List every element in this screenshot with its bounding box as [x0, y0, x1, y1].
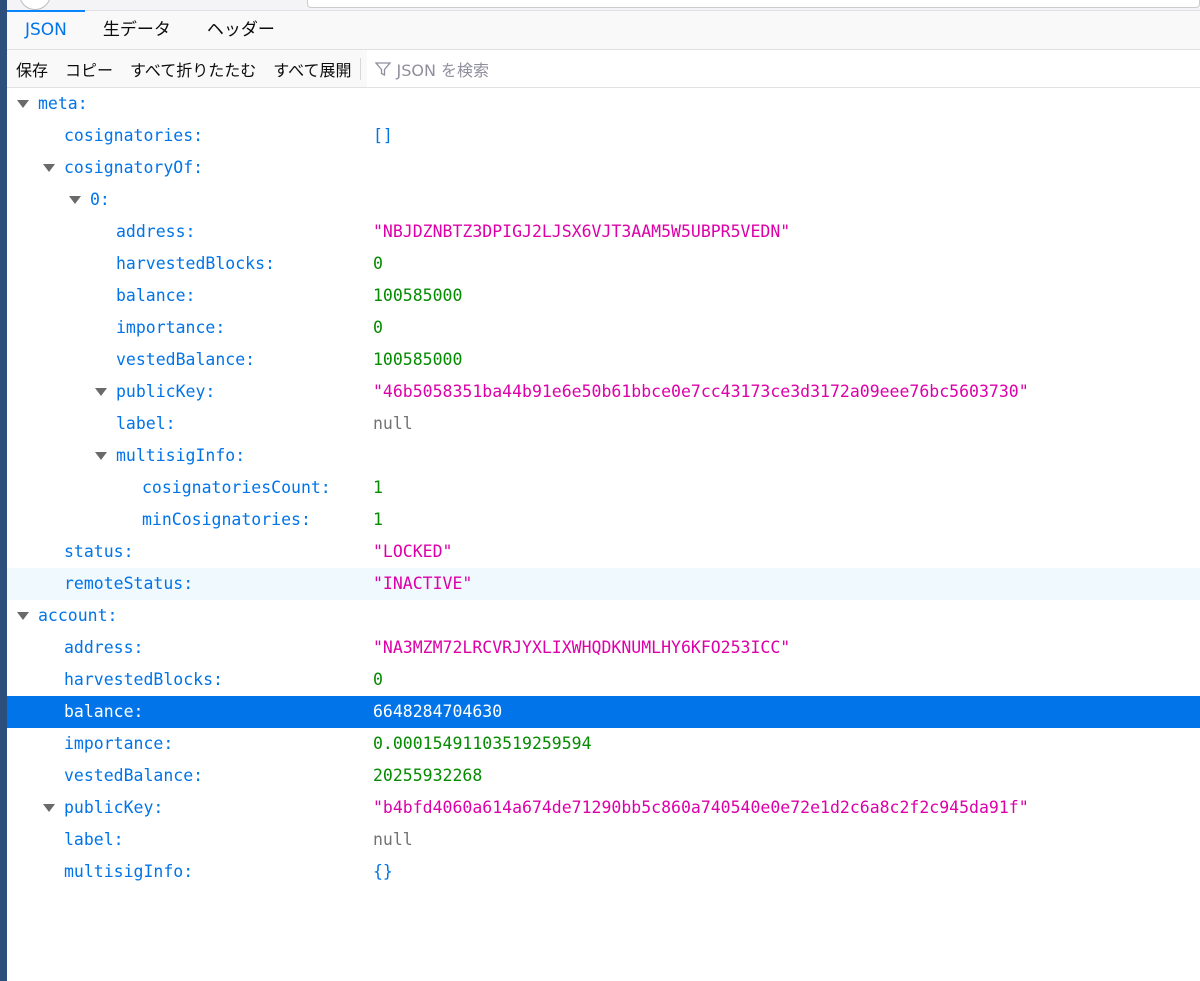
tree-row[interactable]: harvestedBlocks: 0 — [7, 248, 1200, 280]
expand-all-button[interactable]: すべて展開 — [264, 57, 359, 81]
tab-headers[interactable]: ヘッダー — [189, 11, 293, 49]
tree-row[interactable]: balance: 6648284704630 — [7, 696, 1200, 728]
row-key: harvestedBlocks: — [116, 254, 275, 273]
divider — [359, 57, 361, 80]
tree-row[interactable]: multisigInfo: — [7, 440, 1200, 472]
row-value: 1 — [373, 510, 383, 529]
filter-placeholder: JSON を検索 — [396, 60, 490, 80]
row-key: importance: — [116, 318, 226, 337]
tree-row[interactable]: balance: 100585000 — [7, 280, 1200, 312]
row-value: "NBJDZNBTZ3DPIGJ2LJSX6VJT3AAM5W5UBPR5VED… — [373, 222, 791, 241]
expand-toggle-icon[interactable] — [95, 452, 107, 460]
row-key: publicKey: — [116, 382, 216, 401]
tree-row[interactable]: account: — [7, 600, 1200, 632]
tab-raw-data[interactable]: 生データ — [85, 11, 189, 49]
row-key: address: — [64, 638, 144, 657]
row-key: multisigInfo: — [64, 862, 194, 881]
row-value: 100585000 — [373, 286, 463, 305]
tree-row[interactable]: importance: 0 — [7, 312, 1200, 344]
tree-row[interactable]: importance: 0.00015491103519259594 — [7, 728, 1200, 760]
row-value: 0 — [373, 318, 383, 337]
filter-json-input[interactable]: JSON を検索 — [366, 50, 1200, 87]
json-tree: meta: cosignatories: [] cosignatoryOf: 0: add… — [7, 88, 1200, 888]
expand-toggle-icon[interactable] — [69, 196, 81, 204]
tree-row[interactable]: vestedBalance: 20255932268 — [7, 760, 1200, 792]
url-bar[interactable] — [307, 0, 1200, 8]
row-value: 6648284704630 — [373, 702, 503, 721]
tree-row[interactable]: label: null — [7, 408, 1200, 440]
save-button[interactable]: 保存 — [7, 57, 56, 81]
row-key: importance: — [64, 734, 174, 753]
tree-row[interactable]: address: "NBJDZNBTZ3DPIGJ2LJSX6VJT3AAM5W5… — [7, 216, 1200, 248]
row-value: null — [373, 830, 413, 849]
expand-toggle-icon[interactable] — [43, 804, 55, 812]
row-value: "LOCKED" — [373, 542, 453, 561]
row-value: 0.00015491103519259594 — [373, 734, 592, 753]
row-value: 1 — [373, 478, 383, 497]
row-value: "46b5058351ba44b91e6e50b61bbce0e7cc43173… — [373, 382, 1029, 401]
tree-row[interactable]: 0: — [7, 184, 1200, 216]
row-key: label: — [116, 414, 176, 433]
row-value: [] — [373, 126, 393, 145]
browser-chrome — [7, 0, 1200, 11]
expand-toggle-icon[interactable] — [43, 164, 55, 172]
tab-bar: JSON 生データ ヘッダー — [7, 10, 1200, 50]
row-value: "NA3MZM72LRCVRJYXLIXWHQDKNUMLHY6KFO253IC… — [373, 638, 791, 657]
tree-row[interactable]: address: "NA3MZM72LRCVRJYXLIXWHQDKNUMLHY6… — [7, 632, 1200, 664]
tree-row[interactable]: cosignatoriesCount: 1 — [7, 472, 1200, 504]
tree-row[interactable]: harvestedBlocks: 0 — [7, 664, 1200, 696]
collapse-all-button[interactable]: すべて折りたたむ — [121, 57, 264, 81]
row-key: publicKey: — [64, 798, 164, 817]
tree-row[interactable]: remoteStatus: "INACTIVE" — [7, 568, 1200, 600]
tree-row[interactable]: label: null — [7, 824, 1200, 856]
row-value: 100585000 — [373, 350, 463, 369]
expand-toggle-icon[interactable] — [95, 388, 107, 396]
row-key: multisigInfo: — [116, 446, 246, 465]
row-value: "INACTIVE" — [373, 574, 473, 593]
tree-row[interactable]: vestedBalance: 100585000 — [7, 344, 1200, 376]
row-key: vestedBalance: — [64, 766, 204, 785]
row-key: 0: — [90, 190, 110, 209]
tree-row[interactable]: publicKey: "46b5058351ba44b91e6e50b61bbce… — [7, 376, 1200, 408]
tree-row[interactable]: meta: — [7, 88, 1200, 120]
row-key: harvestedBlocks: — [64, 670, 223, 689]
row-key: cosignatoryOf: — [64, 158, 204, 177]
tree-row[interactable]: cosignatories: [] — [7, 120, 1200, 152]
tree-row[interactable]: status: "LOCKED" — [7, 536, 1200, 568]
row-key: cosignatories: — [64, 126, 204, 145]
row-key: remoteStatus: — [64, 574, 194, 593]
row-value: null — [373, 414, 413, 433]
tree-row[interactable]: publicKey: "b4bfd4060a614a674de71290bb5c8… — [7, 792, 1200, 824]
tree-row[interactable]: multisigInfo: {} — [7, 856, 1200, 888]
row-key: address: — [116, 222, 196, 241]
row-key: vestedBalance: — [116, 350, 256, 369]
row-key: minCosignatories: — [142, 510, 311, 529]
toolbar: 保存 コピー すべて折りたたむ すべて展開 JSON を検索 — [7, 50, 1200, 88]
row-key: balance: — [116, 286, 196, 305]
row-value: "b4bfd4060a614a674de71290bb5c860a740540e… — [373, 798, 1029, 817]
tree-row[interactable]: cosignatoryOf: — [7, 152, 1200, 184]
tab-json[interactable]: JSON — [7, 10, 85, 49]
expand-toggle-icon[interactable] — [17, 100, 29, 108]
row-value: 20255932268 — [373, 766, 483, 785]
row-key: cosignatoriesCount: — [142, 478, 331, 497]
filter-icon — [374, 61, 391, 76]
json-viewer: JSON 生データ ヘッダー 保存 コピー すべて折りたたむ すべて展開 JSO… — [7, 0, 1200, 981]
desktop-background — [0, 0, 7, 981]
expand-toggle-icon[interactable] — [17, 612, 29, 620]
copy-button[interactable]: コピー — [56, 57, 121, 81]
tree-row[interactable]: minCosignatories: 1 — [7, 504, 1200, 536]
row-key: label: — [64, 830, 124, 849]
row-value: 0 — [373, 254, 383, 273]
back-button[interactable] — [19, 0, 51, 10]
row-value: {} — [373, 862, 393, 881]
row-key: meta: — [38, 94, 88, 113]
row-value: 0 — [373, 670, 383, 689]
row-key: status: — [64, 542, 134, 561]
row-key: balance: — [64, 702, 144, 721]
row-key: account: — [38, 606, 118, 625]
